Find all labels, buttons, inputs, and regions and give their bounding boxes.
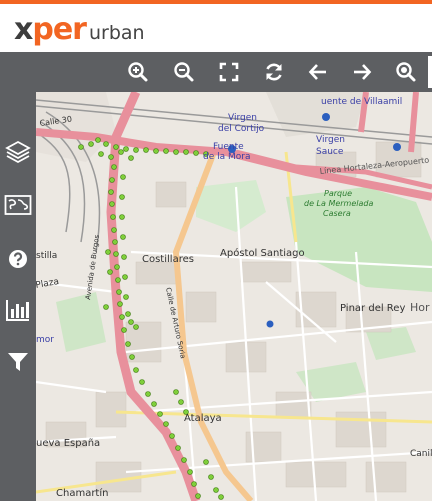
map-label-nueva-espana: ueva España xyxy=(36,438,100,449)
zoom-out-icon xyxy=(174,62,194,82)
map-label-fuente: Fuente xyxy=(213,142,244,152)
refresh-icon xyxy=(266,63,282,81)
charts-button[interactable] xyxy=(2,294,34,326)
map-canvas[interactable]: uente de Villaamil Virgen del Cortijo Fu… xyxy=(36,92,432,501)
map-label-canillas: Canil xyxy=(410,449,432,459)
map-label-virgen: Virgen xyxy=(228,113,257,123)
map-label-apostol-santiago: Apóstol Santiago xyxy=(220,247,305,259)
bar-chart-icon xyxy=(6,300,29,321)
logo-urban-text: urban xyxy=(88,22,145,44)
map-label-virgen-station: Virgen xyxy=(316,135,345,145)
map-label-de-la-mora: de la Mora xyxy=(203,152,250,162)
zoom-in-button[interactable] xyxy=(124,58,152,86)
map-label-chamartin: Chamartín xyxy=(56,487,108,499)
logo-x-text: x xyxy=(14,12,33,47)
zoom-extent-button[interactable] xyxy=(392,58,420,86)
map-label-pinar-del-rey: Pinar del Rey xyxy=(340,303,405,314)
forward-button[interactable] xyxy=(348,58,376,86)
filter-icon xyxy=(8,353,28,371)
map-label-del-cortijo: del Cortijo xyxy=(218,124,265,134)
app-header: x per urban xyxy=(0,4,432,52)
zoom-out-button[interactable] xyxy=(170,58,198,86)
help-button[interactable] xyxy=(2,243,34,275)
fullscreen-button[interactable] xyxy=(215,58,243,86)
map-label-mor: mor xyxy=(36,335,54,345)
map-label-parque: Parque xyxy=(324,189,352,198)
question-icon xyxy=(9,250,27,268)
map-label-sauce: Sauce xyxy=(316,147,344,157)
refresh-button[interactable] xyxy=(260,58,288,86)
zoom-in-icon xyxy=(128,62,148,82)
zoom-search-icon xyxy=(396,62,416,82)
map-label-castilla: stilla xyxy=(36,251,57,261)
map-label-atalaya: Atalaya xyxy=(184,413,222,424)
map-label-mermelada: de La Mermelada xyxy=(304,199,373,208)
fullscreen-icon xyxy=(219,62,239,82)
map-label-casera: Casera xyxy=(323,209,351,218)
map-sidebar xyxy=(0,92,36,501)
arrow-right-icon xyxy=(354,64,372,80)
layers-button[interactable] xyxy=(2,136,34,168)
basemap-button[interactable] xyxy=(2,189,34,221)
filter-button[interactable] xyxy=(2,346,34,378)
app-logo[interactable]: x per urban xyxy=(14,12,145,48)
toolbar-edge xyxy=(428,56,432,88)
map-label-villaamil: uente de Villaamil xyxy=(321,97,402,107)
back-button[interactable] xyxy=(304,58,332,86)
map-view[interactable]: uente de Villaamil Virgen del Cortijo Fu… xyxy=(36,92,432,501)
arrow-left-icon xyxy=(308,64,326,80)
map-label-hortaleza: Hor xyxy=(410,301,430,314)
map-label-costillares: Costillares xyxy=(142,254,194,265)
layers-icon xyxy=(5,140,31,164)
world-map-icon xyxy=(4,195,32,215)
logo-per-text: per xyxy=(32,12,87,47)
map-toolbar xyxy=(0,52,432,92)
